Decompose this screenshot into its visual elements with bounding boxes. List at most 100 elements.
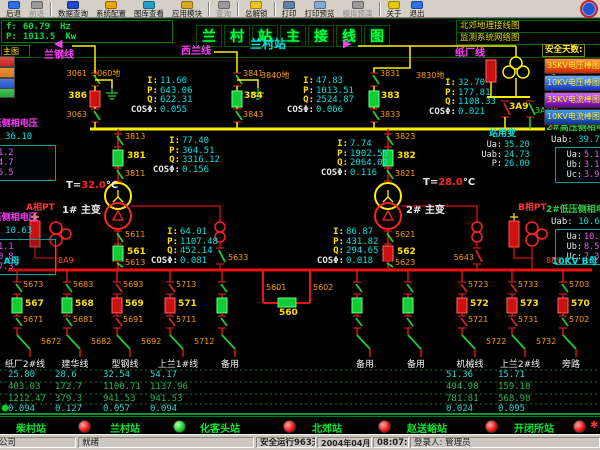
label[interactable]: 568 [75, 300, 94, 309]
label: 5693 [123, 280, 143, 289]
label[interactable]: 573 [520, 300, 539, 309]
station-link-2[interactable]: 兰村站 [110, 420, 140, 435]
feeder-value: 1100.71 [103, 383, 141, 392]
pt-id: 8A9 [58, 256, 74, 265]
feeder-name: 旁路 [545, 361, 597, 370]
line-name-langang: 兰钢线 [44, 51, 74, 60]
label: 5673 [23, 280, 43, 289]
feeder-value: 172.7 [55, 383, 82, 392]
status-time: 08:07:40 [373, 437, 409, 448]
left-hv-uab: Uab: 36.10 [0, 133, 32, 142]
side-button-2[interactable]: 35KV电流棒图 [544, 92, 600, 108]
label: 5713 [176, 280, 196, 289]
status-safety-days: 安全运行963天 [256, 437, 316, 448]
feeder-value: 941.53 [150, 395, 183, 404]
feeder-value: 159.18 [498, 383, 531, 392]
feeder-name: 备用 [339, 361, 391, 370]
station-link-4[interactable]: 北郊站 [312, 420, 342, 435]
station-transformer-row: Ua:35.20 [478, 141, 530, 150]
status-bar: 有限公司 就绪 安全运行963天 2004年04月26日 08:07:40 登录… [0, 434, 600, 450]
label: 5633 [228, 253, 248, 262]
measurements-386: I:11.60P:643.06Q:622.31COSΦ:0.055 [122, 77, 193, 115]
feeder-value: 51.36 [446, 371, 473, 380]
label: 5692 [141, 337, 161, 346]
feeder-value: 0.094 [8, 405, 35, 414]
label: 5671 [23, 315, 43, 324]
side-button-1[interactable]: 10KV电压棒图 [544, 75, 600, 91]
transformer-name: 1# 主变 [62, 206, 101, 215]
feeder-value: 0.095 [498, 405, 525, 414]
bus-b-label: 10KV B母 [552, 258, 597, 267]
label: 5703 [569, 280, 589, 289]
safety-days-box: 安全天数: [542, 44, 585, 57]
label[interactable]: 569 [125, 300, 144, 309]
right-hv-uab: Uab: 39.77 [551, 136, 600, 145]
right-hv-title: 2#高压侧相电压 [546, 124, 600, 133]
feeder-value: 25.80 [8, 371, 35, 380]
label[interactable]: 570 [571, 300, 590, 309]
label: 5672 [41, 337, 61, 346]
station-led-red [78, 420, 91, 433]
left-hv-title: 1#高压侧相电压 [0, 120, 38, 129]
station-link-1[interactable]: 柴村站 [16, 420, 46, 435]
label[interactable]: 567 [25, 300, 44, 309]
label: 5681 [73, 315, 93, 324]
station-led-red [573, 420, 586, 433]
feeder-name: 型钢线 [99, 361, 151, 370]
feeder-value: 403.03 [8, 383, 41, 392]
left-cut-button-3[interactable] [0, 88, 15, 98]
station-transformer-row: P:26.00 [478, 160, 530, 169]
label[interactable]: 562 [397, 248, 416, 257]
station-led-red [378, 420, 391, 433]
label[interactable]: 384 [244, 92, 263, 101]
feeder-value: 0.057 [103, 405, 130, 414]
label[interactable]: 386 [49, 92, 87, 101]
left-lv-title: 1#低压侧相电压 [0, 214, 38, 223]
label[interactable]: 571 [178, 300, 197, 309]
line-name-zhichang: 纸厂线 [455, 49, 485, 58]
left-hv-phase-box: Ua:31.2Ub:34.7Uc:36.5 [0, 145, 56, 181]
feeder-value: 941.53 [103, 395, 136, 404]
label: 3831 [380, 69, 400, 78]
flow-arrow-right-icon: ▶ [343, 39, 351, 48]
transformer-name: 2# 主变 [406, 206, 445, 215]
station-link-3[interactable]: 化客头站 [200, 420, 240, 435]
station-led-red [485, 420, 498, 433]
right-lv-title: 2#低压侧相电压 [546, 206, 600, 215]
station-link-6[interactable]: 开闭所站 [514, 420, 554, 435]
feeder-value: 0.024 [446, 405, 473, 414]
side-button-0[interactable]: 35KV电压棒图 [544, 58, 600, 74]
pt-label: A相PT [26, 204, 55, 213]
label: 5601 [266, 283, 286, 292]
label[interactable]: 381 [127, 152, 146, 161]
feeder-value: 0.094 [150, 405, 177, 414]
label[interactable]: 382 [397, 152, 416, 161]
side-button-3[interactable]: 10KV电流棒图 [544, 109, 600, 125]
measurements-382: I:7.74P:1902.55Q:2064.00COSΦ:0.116 [312, 140, 388, 178]
feeder-value: 0.127 [55, 405, 82, 414]
label: 5733 [518, 280, 538, 289]
label[interactable]: 383 [381, 92, 400, 101]
measurements-381: I:77.40P:364.51Q:3316.12COSΦ:0.156 [144, 137, 220, 175]
station-nav-bar: 柴村站兰村站化客头站北郊站赵送峪站开闭所站✱ [0, 416, 600, 435]
label: 3823 [395, 132, 415, 141]
feeder-value: 54.17 [150, 371, 177, 380]
left-cut-button-0[interactable] [0, 56, 15, 67]
label[interactable]: 560 [279, 309, 298, 318]
label[interactable]: 572 [470, 300, 489, 309]
label[interactable]: 3A9 [509, 103, 529, 112]
left-lv-uab: Uab: 10.63 [0, 227, 32, 236]
label: 3811 [125, 169, 145, 178]
flow-arrow-left-icon: ◀ [54, 39, 62, 48]
label: 5732 [536, 337, 556, 346]
left-cut-button-1[interactable] [0, 67, 15, 78]
feeder-value: 32.54 [103, 371, 130, 380]
status-date: 2004年04月26日 [317, 437, 372, 448]
station-link-5[interactable]: 赵送峪站 [407, 420, 447, 435]
label: 5712 [194, 337, 214, 346]
feeder-name: 备用 [390, 361, 442, 370]
feeder-value: 781.81 [446, 395, 479, 404]
label: 5643 [446, 253, 474, 262]
station-title: 兰村站 [250, 40, 286, 49]
label: 5731 [518, 315, 538, 324]
